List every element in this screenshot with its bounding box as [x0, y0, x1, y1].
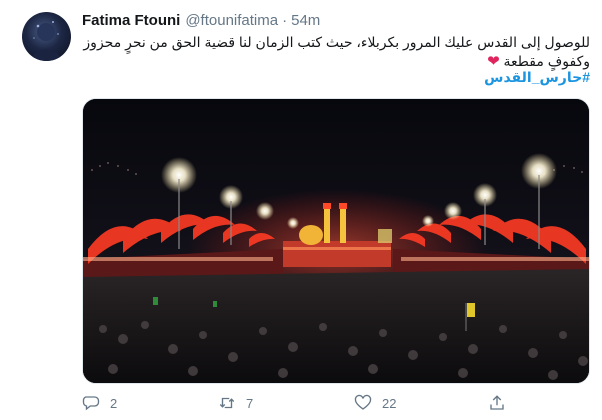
author-handle[interactable]: @ftounifatima [185, 12, 278, 29]
share-icon [490, 395, 504, 410]
tweet-timestamp[interactable]: 54m [291, 12, 320, 29]
tweet-text: للوصول إلى القدس عليك المرور بكربلاء، حي… [82, 33, 590, 71]
tweet-card[interactable]: Fatima Ftouni @ftounifatima · 54m للوصول… [0, 0, 602, 420]
reply-count: 2 [110, 395, 118, 411]
tweet-text-content: للوصول إلى القدس عليك المرور بكربلاء، حي… [83, 34, 590, 69]
tweet-actions: 2 7 22 [82, 394, 590, 414]
like-icon [354, 394, 372, 410]
retweet-button[interactable]: 7 [218, 394, 253, 412]
retweet-count: 7 [246, 395, 254, 411]
retweet-icon [219, 397, 235, 409]
reply-icon [82, 396, 100, 411]
avatar[interactable] [22, 12, 71, 61]
like-count: 22 [382, 395, 397, 411]
karbala-night-photo [83, 99, 589, 383]
heart-emoji-icon: ❤ [487, 53, 500, 70]
author-name[interactable]: Fatima Ftouni [82, 12, 180, 29]
separator-dot: · [282, 12, 288, 29]
like-button[interactable]: 22 [354, 394, 396, 412]
avatar-image [31, 21, 62, 61]
share-button[interactable] [488, 394, 506, 412]
tweet-media-image[interactable] [82, 98, 590, 384]
reply-button[interactable]: 2 [82, 394, 117, 412]
tweet-header: Fatima Ftouni @ftounifatima · 54m [82, 12, 320, 30]
hashtag-link[interactable]: #حارس_القدس [484, 69, 590, 86]
